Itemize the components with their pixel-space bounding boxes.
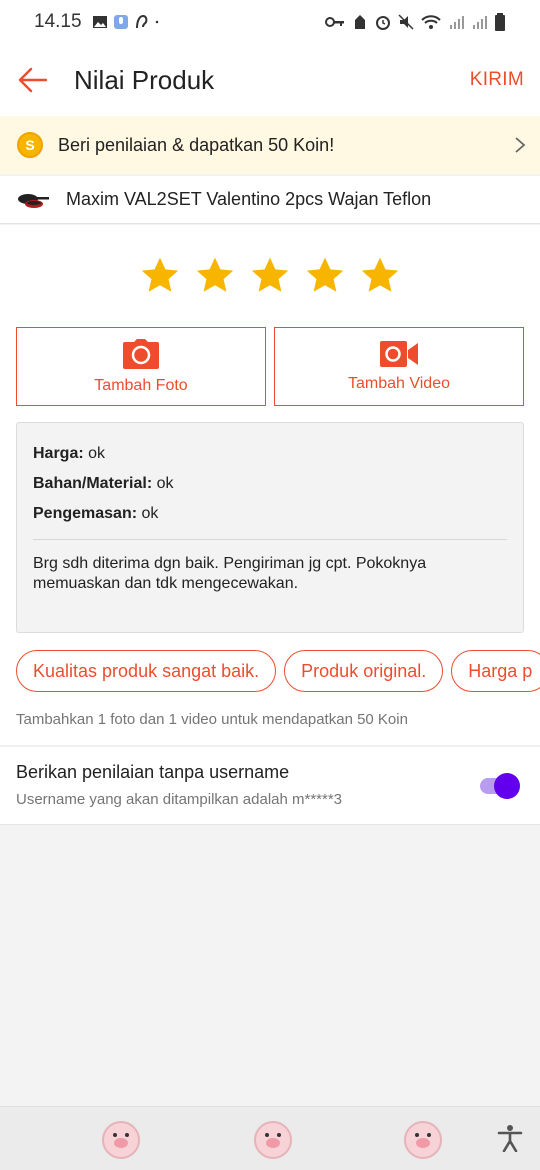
key-icon xyxy=(325,17,344,27)
coin-icon: S xyxy=(17,132,43,158)
status-time: 14.15 xyxy=(34,11,82,32)
app-bar: Nilai Produk KIRIM xyxy=(0,44,540,116)
status-bar: 14.15 xyxy=(0,0,540,44)
mute-icon xyxy=(398,14,414,30)
add-video-button[interactable]: Tambah Video xyxy=(274,327,524,406)
accessibility-icon[interactable] xyxy=(496,1124,524,1152)
review-price: Harga: ok xyxy=(33,445,106,462)
review-packaging: Pengemasan: ok xyxy=(33,505,159,522)
arrow-left-icon xyxy=(18,67,47,93)
tag-chip[interactable]: Kualitas produk sangat baik. xyxy=(16,650,277,692)
review-divider xyxy=(33,539,507,540)
camera-icon xyxy=(123,338,159,369)
anonymous-option: Berikan penilaian tanpa username Usernam… xyxy=(16,762,342,808)
bottom-nav-bar xyxy=(0,1106,540,1170)
review-form: Tambah Foto Tambah Video Harga: ok Bahan… xyxy=(0,225,540,825)
review-text-area[interactable]: Harga: ok Bahan/Material: ok Pengemasan:… xyxy=(16,422,524,633)
add-video-label: Tambah Video xyxy=(348,374,450,392)
coin-banner[interactable]: S Beri penilaian & dapatkan 50 Koin! xyxy=(0,116,540,174)
review-material: Bahan/Material: ok xyxy=(33,475,174,492)
product-row: Maxim VAL2SET Valentino 2pcs Wajan Teflo… xyxy=(0,176,540,224)
product-name: Maxim VAL2SET Valentino 2pcs Wajan Teflo… xyxy=(66,189,432,209)
submit-button[interactable]: KIRIM xyxy=(470,69,524,91)
star-icon[interactable] xyxy=(304,255,346,297)
star-icon[interactable] xyxy=(249,255,291,297)
suggestion-tags: Kualitas produk sangat baik. Produk origi… xyxy=(16,650,540,694)
add-photo-button[interactable]: Tambah Foto xyxy=(16,327,266,406)
pig-sticker-icon[interactable] xyxy=(404,1121,442,1159)
chevron-right-icon xyxy=(515,137,526,153)
recycle-icon xyxy=(355,15,365,29)
section-divider xyxy=(0,745,540,747)
anonymous-title: Berikan penilaian tanpa username xyxy=(16,762,290,782)
star-rating[interactable] xyxy=(0,255,540,297)
star-icon[interactable] xyxy=(139,255,181,297)
audio-icon xyxy=(135,14,147,29)
dot-icon xyxy=(155,20,158,24)
star-icon[interactable] xyxy=(359,255,401,297)
wifi-icon xyxy=(421,15,441,29)
coin-banner-text: Beri penilaian & dapatkan 50 Koin! xyxy=(58,134,335,155)
battery-icon xyxy=(495,13,505,31)
back-button[interactable] xyxy=(0,44,64,116)
product-thumbnail xyxy=(18,193,49,208)
video-camera-icon xyxy=(380,340,418,367)
tag-chip[interactable]: Harga p xyxy=(451,650,540,692)
pig-sticker-icon[interactable] xyxy=(102,1121,140,1159)
anonymous-toggle[interactable] xyxy=(478,773,520,799)
tag-chip[interactable]: Produk original. xyxy=(284,650,444,692)
star-icon[interactable] xyxy=(194,255,236,297)
pig-sticker-icon[interactable] xyxy=(254,1121,292,1159)
add-photo-label: Tambah Foto xyxy=(94,376,188,394)
signal-icon xyxy=(450,16,464,29)
anonymous-subtitle: Username yang akan ditampilkan adalah m*… xyxy=(16,791,343,808)
review-body-text: Brg sdh diterima dgn baik. Pengiriman jg… xyxy=(33,555,427,592)
content-bottom-border xyxy=(0,824,540,825)
signal-icon xyxy=(473,16,487,29)
page-title: Nilai Produk xyxy=(74,64,215,95)
mic-icon xyxy=(113,15,128,29)
alarm-icon xyxy=(376,16,390,30)
coin-hint-text: Tambahkan 1 foto dan 1 video untuk menda… xyxy=(16,711,408,728)
toggle-knob xyxy=(494,773,520,799)
gallery-icon xyxy=(92,16,107,28)
